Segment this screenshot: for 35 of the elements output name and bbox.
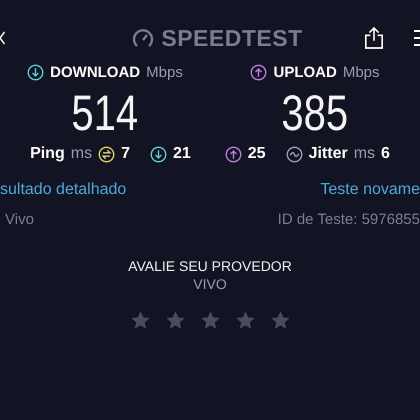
unit-label: ms: [70, 145, 92, 163]
speed-label: DOWNLOAD: [50, 64, 140, 81]
app-title: SPEEDTEST: [161, 24, 303, 52]
upload-icon: [224, 146, 242, 162]
download-icon: [27, 64, 44, 81]
star-icon[interactable]: [200, 310, 220, 331]
speed-value: 514: [72, 85, 138, 141]
download-icon: [150, 146, 167, 162]
gauge-icon: [131, 26, 156, 50]
ping-value: 25: [248, 145, 266, 163]
speed-value: 385: [282, 85, 348, 141]
menu-icon[interactable]: [414, 28, 420, 48]
ping-icon: [98, 146, 116, 162]
star-icon[interactable]: [130, 310, 150, 331]
rating-title: AVALIE SEU PROVEDOR: [128, 258, 292, 274]
test-id: ID de Teste: 5976855: [278, 211, 420, 228]
jitter-icon: [286, 146, 303, 162]
test-again-link[interactable]: Teste novame: [320, 181, 420, 199]
detailed-result-link[interactable]: sultado detalhado: [0, 181, 126, 199]
share-icon[interactable]: [364, 26, 384, 50]
ping-value: 21: [172, 145, 191, 163]
upload-icon: [250, 64, 268, 81]
provider-name: VIVO: [193, 276, 227, 292]
jitter-value: 6: [381, 145, 390, 163]
star-icon[interactable]: [164, 310, 186, 331]
star-icon[interactable]: [234, 310, 256, 331]
ping-value: 7: [121, 145, 130, 163]
star-icon[interactable]: [270, 310, 290, 331]
unit-label: Mbps: [146, 64, 183, 81]
provider-name: Vivo: [5, 211, 34, 228]
jitter-label: Jitter: [308, 145, 348, 163]
ping-label: Ping: [30, 145, 65, 163]
speed-label: UPLOAD: [273, 64, 337, 81]
unit-label: Mbps: [342, 64, 380, 81]
unit-label: ms: [354, 145, 376, 163]
